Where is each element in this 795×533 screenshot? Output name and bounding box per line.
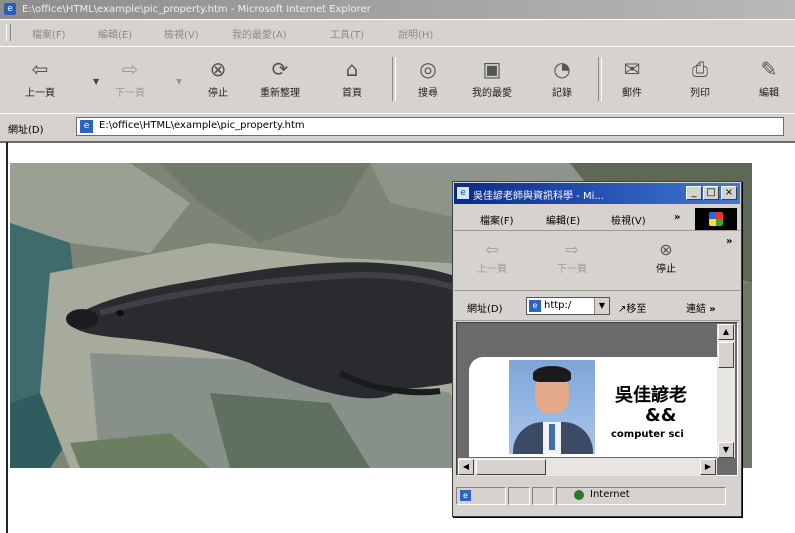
menu-file[interactable]: 檔案(F) bbox=[32, 26, 66, 41]
page-icon: e bbox=[460, 490, 471, 501]
status-cell bbox=[532, 487, 554, 505]
toolbar-separator bbox=[392, 57, 396, 101]
edit-button[interactable]: ✎ 編輯 bbox=[743, 53, 795, 105]
popup-menu-view[interactable]: 檢視(V) bbox=[611, 212, 646, 227]
print-icon: ⎙ bbox=[692, 57, 708, 81]
maximize-button[interactable]: □ bbox=[703, 186, 719, 200]
menu-tools[interactable]: 工具(T) bbox=[330, 26, 364, 41]
refresh-button[interactable]: ⟳ 重新整理 bbox=[254, 53, 306, 105]
internet-globe-icon bbox=[574, 490, 584, 500]
refresh-icon: ⟳ bbox=[271, 57, 289, 81]
address-bar: 網址(D) e E:\office\HTML\example\pic_prope… bbox=[0, 113, 795, 143]
mail-button[interactable]: ✉ 郵件 bbox=[606, 53, 658, 105]
window-title-bar[interactable]: e E:\office\HTML\example\pic_property.ht… bbox=[0, 0, 795, 19]
home-button[interactable]: ⌂ 首頁 bbox=[326, 53, 378, 105]
popup-ie-icon: e bbox=[457, 187, 469, 199]
search-button[interactable]: ◎ 搜尋 bbox=[402, 53, 454, 105]
popup-menu-file[interactable]: 檔案(F) bbox=[480, 212, 514, 227]
popup-links-button[interactable]: 連結 » bbox=[686, 300, 716, 315]
popup-forward-button[interactable]: ⇨ 下一頁 bbox=[550, 240, 594, 275]
popup-title: 吳佳諺老師與資訊科學 - Mi... bbox=[473, 191, 604, 202]
horizontal-scrollbar[interactable]: ◀ ▶ bbox=[458, 458, 717, 476]
menu-view[interactable]: 檢視(V) bbox=[164, 26, 199, 41]
vertical-scrollbar[interactable]: ▲ ▼ bbox=[717, 324, 735, 458]
popup-address-label: 網址(D) bbox=[467, 304, 503, 315]
windows-logo-icon bbox=[695, 208, 737, 230]
edit-icon: ✎ bbox=[760, 57, 778, 81]
history-button[interactable]: ◔ 記錄 bbox=[536, 53, 588, 105]
status-zone-text: Internet bbox=[590, 489, 630, 500]
menubar-grip[interactable] bbox=[6, 24, 11, 41]
address-url[interactable]: E:\office\HTML\example\pic_property.htm bbox=[99, 120, 305, 131]
scroll-thumb[interactable] bbox=[718, 342, 734, 368]
teacher-portrait bbox=[509, 360, 595, 454]
popup-go-button[interactable]: ↗移至 bbox=[618, 300, 646, 315]
menu-edit[interactable]: 編輯(E) bbox=[98, 26, 132, 41]
scroll-up-button[interactable]: ▲ bbox=[718, 324, 734, 340]
ampersand-text: && bbox=[645, 405, 677, 426]
print-button[interactable]: ⎙ 列印 bbox=[674, 53, 726, 105]
popup-window: e 吳佳諺老師與資訊科學 - Mi... _ □ × 檔案(F) 編輯(E) 檢… bbox=[452, 181, 742, 517]
forward-dropdown-arrow[interactable]: ▼ bbox=[176, 77, 182, 86]
popup-toolbar: ⇦ 上一頁 ⇨ 下一頁 ⊗ 停止 » bbox=[454, 232, 740, 291]
ie-app-icon: e bbox=[4, 3, 16, 15]
popup-toolbar-more[interactable]: » bbox=[726, 236, 732, 247]
popup-address-bar: 網址(D) e http:/ ▼ ↗移至 連結 » bbox=[454, 292, 740, 321]
back-arrow-icon: ⇦ bbox=[485, 240, 499, 259]
forward-arrow-icon: ⇨ bbox=[121, 57, 139, 81]
window-title: E:\office\HTML\example\pic_property.htm … bbox=[22, 4, 371, 15]
scroll-right-button[interactable]: ▶ bbox=[700, 459, 716, 475]
back-button[interactable]: ⇦ 上一頁 bbox=[14, 53, 66, 105]
standard-toolbar: ⇦ 上一頁 ▼ ⇨ 下一頁 ▼ ⊗ 停止 ⟳ 重新整理 ⌂ 首頁 ◎ 搜尋 ▣ … bbox=[0, 46, 795, 114]
minimize-button[interactable]: _ bbox=[686, 186, 702, 200]
popup-status-bar: e Internet bbox=[454, 479, 740, 515]
popup-menu-bar: 檔案(F) 編輯(E) 檢視(V) » bbox=[454, 206, 740, 231]
teacher-name: 吳佳諺老 bbox=[615, 385, 687, 406]
popup-address-input[interactable]: e http:/ ▼ bbox=[526, 297, 610, 315]
favorites-icon: ▣ bbox=[482, 57, 502, 81]
page-icon: e bbox=[529, 300, 541, 312]
status-page-icon-cell: e bbox=[456, 487, 506, 505]
hscroll-thumb[interactable] bbox=[476, 459, 546, 475]
page-icon: e bbox=[80, 120, 93, 133]
toolbar-separator bbox=[598, 57, 602, 101]
history-icon: ◔ bbox=[553, 57, 571, 81]
menu-bar: 檔案(F) 編輯(E) 檢視(V) 我的最愛(A) 工具(T) 說明(H) bbox=[0, 19, 795, 47]
subtitle-text: computer sci bbox=[611, 429, 684, 440]
popup-back-button[interactable]: ⇦ 上一頁 bbox=[470, 240, 514, 275]
address-label: 網址(D) bbox=[8, 125, 44, 136]
scroll-down-button[interactable]: ▼ bbox=[718, 442, 734, 458]
popup-menu-edit[interactable]: 編輯(E) bbox=[546, 212, 580, 227]
stop-button[interactable]: ⊗ 停止 bbox=[192, 53, 244, 105]
popup-menu-more[interactable]: » bbox=[674, 212, 680, 223]
status-cell bbox=[508, 487, 530, 505]
chevron-down-icon[interactable]: ▼ bbox=[594, 298, 609, 314]
forward-button[interactable]: ⇨ 下一頁 bbox=[104, 53, 156, 105]
content-left-border bbox=[6, 142, 8, 533]
menu-favorites[interactable]: 我的最愛(A) bbox=[232, 26, 287, 41]
mail-icon: ✉ bbox=[623, 57, 641, 81]
back-arrow-icon: ⇦ bbox=[31, 57, 49, 81]
forward-arrow-icon: ⇨ bbox=[565, 240, 579, 259]
home-icon: ⌂ bbox=[345, 57, 359, 81]
search-icon: ◎ bbox=[419, 57, 437, 81]
menu-help[interactable]: 說明(H) bbox=[398, 26, 433, 41]
popup-page-view: 吳佳諺老 && computer sci bbox=[456, 322, 738, 476]
popup-stop-button[interactable]: ⊗ 停止 bbox=[644, 240, 688, 275]
close-button[interactable]: × bbox=[721, 186, 737, 200]
address-input[interactable]: e E:\office\HTML\example\pic_property.ht… bbox=[76, 117, 784, 136]
back-dropdown-arrow[interactable]: ▼ bbox=[93, 77, 99, 86]
stop-icon: ⊗ bbox=[659, 240, 673, 259]
scroll-left-button[interactable]: ◀ bbox=[458, 459, 474, 475]
popup-title-bar[interactable]: e 吳佳諺老師與資訊科學 - Mi... _ □ × bbox=[454, 183, 740, 204]
stop-icon: ⊗ bbox=[209, 57, 227, 81]
favorites-button[interactable]: ▣ 我的最愛 bbox=[466, 53, 518, 105]
